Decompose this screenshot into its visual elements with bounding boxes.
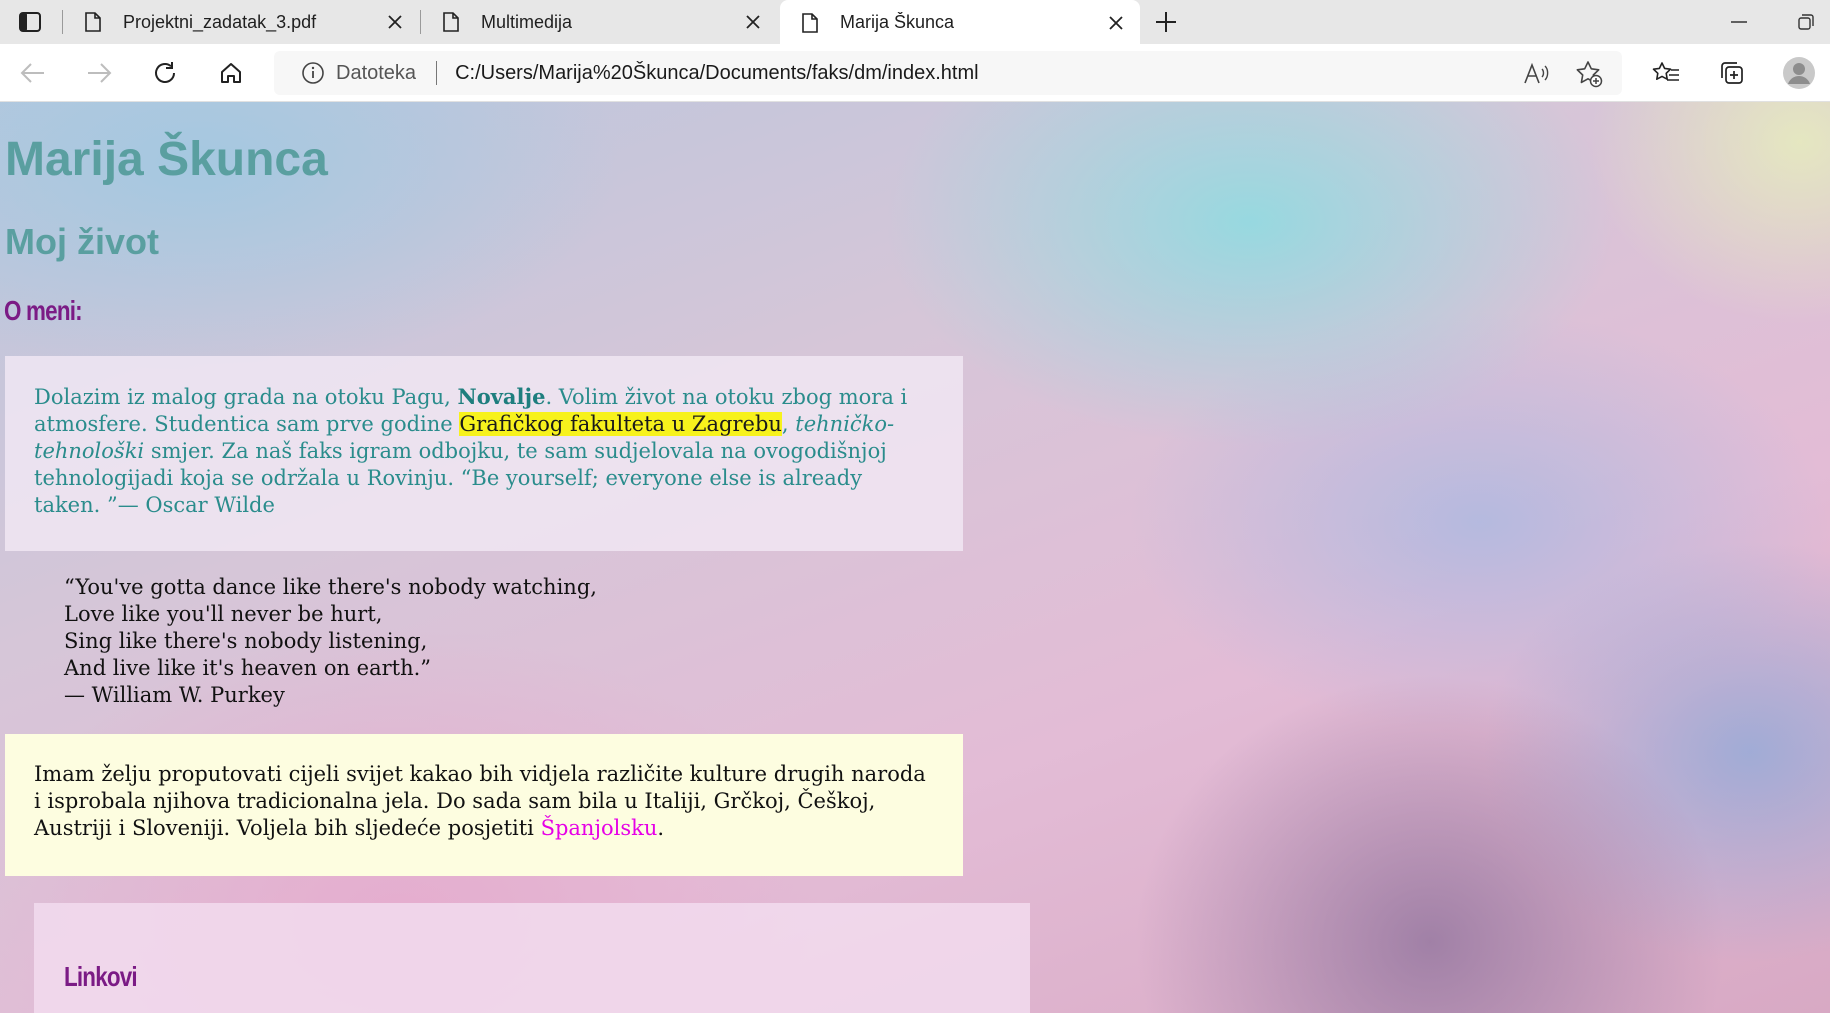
document-icon [85, 12, 101, 32]
blockquote: “You've gotta dance like there's nobody … [64, 574, 597, 709]
about-text: , [781, 412, 796, 436]
travel-text: Imam želju proputovati cijeli svijet kak… [34, 762, 926, 840]
home-icon[interactable] [212, 54, 250, 92]
page-viewport: Marija Škunca Moj život O meni: Dolazim … [0, 102, 1830, 1013]
url-text[interactable]: C:/Users/Marija%20Škunca/Documents/faks/… [455, 62, 979, 85]
tab-title: Multimedija [481, 11, 573, 32]
links-heading: Linkovi [64, 961, 138, 992]
quote-line: Sing like there's nobody listening, [64, 629, 428, 653]
quote-author: — William W. Purkey [64, 683, 285, 707]
read-aloud-icon[interactable] [1521, 59, 1551, 89]
travel-text-end: . [657, 816, 665, 840]
tab-marija-skunca[interactable]: Marija Škunca [780, 0, 1140, 45]
forward-icon[interactable] [80, 54, 118, 92]
protocol-label: Datoteka [336, 61, 417, 84]
collections-icon[interactable] [1713, 54, 1751, 92]
add-favorite-icon[interactable] [1574, 59, 1604, 89]
about-bold-text: Novalje [457, 384, 546, 409]
quote-line: “You've gotta dance like there's nobody … [64, 575, 597, 599]
new-tab-icon[interactable] [1150, 6, 1182, 38]
tab-multimedija[interactable]: Multimedija [421, 0, 777, 44]
address-bar[interactable]: Datoteka C:/Users/Marija%20Škunca/Docume… [274, 51, 1622, 95]
page-title: Marija Škunca [5, 133, 328, 186]
back-icon[interactable] [14, 54, 52, 92]
favorites-icon[interactable] [1647, 54, 1685, 92]
highlighted-text: Grafičkog fakulteta u Zagrebu [459, 412, 782, 436]
document-icon [802, 12, 818, 33]
minimize-icon[interactable] [1725, 10, 1753, 34]
tab-title: Marija Škunca [840, 12, 955, 32]
document-icon [443, 12, 459, 32]
about-text: Dolazim iz malog grada na otoku Pagu, [34, 385, 458, 409]
close-icon[interactable] [383, 10, 407, 34]
about-paragraph: Dolazim iz malog grada na otoku Pagu, No… [5, 356, 963, 551]
quote-line: And live like it's heaven on earth.” [64, 656, 432, 680]
links-section: Linkovi [34, 903, 1030, 1013]
page-subtitle: Moj život [5, 221, 159, 262]
tab-title: Projektni_zadatak_3.pdf [123, 11, 317, 32]
travel-paragraph: Imam želju proputovati cijeli svijet kak… [5, 734, 963, 876]
tab-actions-icon[interactable] [14, 8, 46, 36]
profile-avatar-icon[interactable] [1780, 54, 1818, 92]
restore-icon[interactable] [1792, 8, 1820, 36]
about-text: smjer. Za naš faks igram odbojku, te sam… [34, 439, 887, 517]
about-heading: O meni: [4, 295, 83, 326]
tab-bar: Projektni_zadatak_3.pdf Multimedija Mari… [0, 0, 1830, 45]
address-separator [436, 61, 438, 85]
tab-projektni-zadatak[interactable]: Projektni_zadatak_3.pdf [63, 0, 419, 44]
close-icon[interactable] [741, 10, 765, 34]
navigation-toolbar: Datoteka C:/Users/Marija%20Škunca/Docume… [0, 44, 1830, 102]
quote-line: Love like you'll never be hurt, [64, 602, 383, 626]
refresh-icon[interactable] [146, 54, 184, 92]
spain-link[interactable]: Španjolsku [541, 816, 658, 840]
close-icon[interactable] [1104, 11, 1128, 35]
info-icon[interactable] [300, 60, 326, 86]
